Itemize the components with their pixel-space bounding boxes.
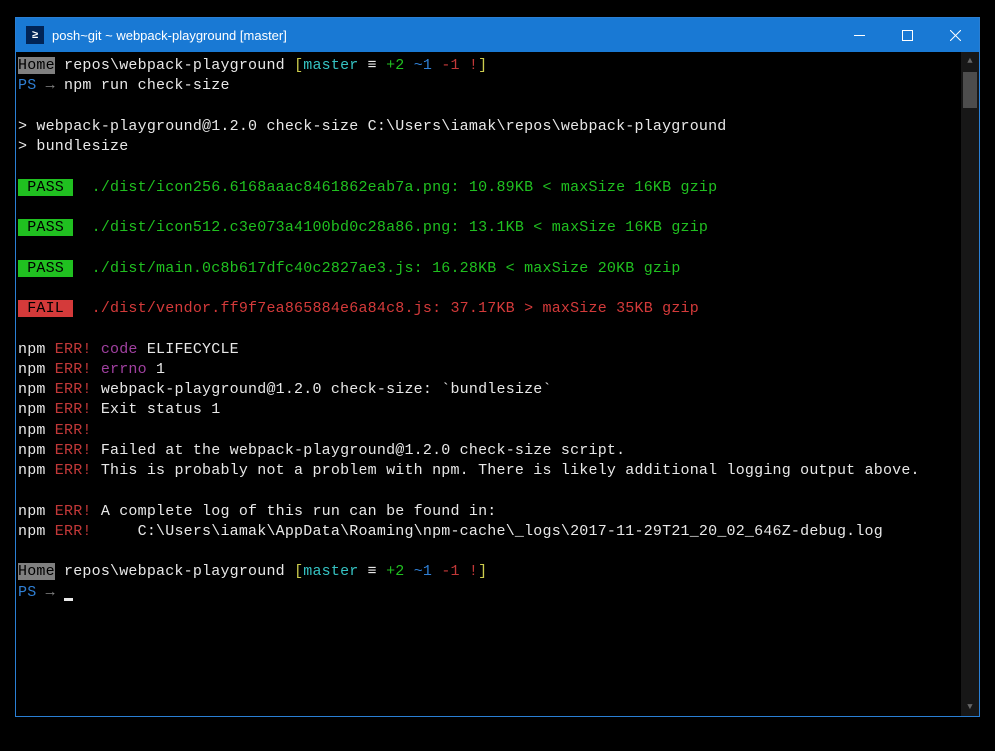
err-msg: Failed at the webpack-playground@1.2.0 c… [92, 442, 626, 459]
result-pass: PASS ./dist/main.0c8b617dfc40c2827ae3.js… [18, 259, 959, 279]
terminal-window: ≥ posh~git ~ webpack-playground [master]… [15, 17, 980, 717]
prompt-line: Home repos\webpack-playground [master ≡ … [18, 56, 959, 76]
prompt-home: Home [18, 57, 55, 74]
bracket: ] [478, 57, 487, 74]
result-pass: PASS ./dist/icon512.c3e073a4100bd0c28a86… [18, 218, 959, 238]
npm-error-line: npm ERR! webpack-playground@1.2.0 check-… [18, 380, 959, 400]
err-msg: A complete log of this run can be found … [92, 503, 497, 520]
status-badge: FAIL [18, 300, 73, 317]
err-label: ERR! [46, 341, 92, 358]
npm-error-line: npm ERR! [18, 421, 959, 441]
result-fail: FAIL ./dist/vendor.ff9f7ea865884e6a84c8.… [18, 299, 959, 319]
err-label: ERR! [46, 462, 92, 479]
minimize-button[interactable] [835, 18, 883, 52]
scroll-thumb[interactable] [963, 72, 977, 108]
npm-error-line: npm ERR! Exit status 1 [18, 400, 959, 420]
err-key: code [92, 341, 138, 358]
result-text: ./dist/vendor.ff9f7ea865884e6a84c8.js: 3… [73, 300, 699, 317]
titlebar[interactable]: ≥ posh~git ~ webpack-playground [master] [16, 18, 979, 52]
prompt-path: repos\webpack-playground [55, 563, 294, 580]
err-msg: webpack-playground@1.2.0 check-size: `bu… [92, 381, 552, 398]
window-title: posh~git ~ webpack-playground [master] [52, 28, 835, 43]
npm-label: npm [18, 462, 46, 479]
branch-name: master [303, 57, 358, 74]
branch-equal: ≡ [358, 57, 386, 74]
prompt-input-line: PS → [18, 583, 959, 603]
prompt-arrow: → [36, 584, 64, 601]
status-dirty: ! [469, 563, 478, 580]
branch-name: master [303, 563, 358, 580]
npm-error-line: npm ERR! A complete log of this run can … [18, 502, 959, 522]
status-dirty: ! [469, 57, 478, 74]
err-msg: This is probably not a problem with npm.… [92, 462, 920, 479]
status-added: +2 [386, 563, 404, 580]
status-badge: PASS [18, 260, 73, 277]
prompt-home: Home [18, 563, 55, 580]
maximize-button[interactable] [883, 18, 931, 52]
err-label: ERR! [46, 523, 92, 540]
result-text: ./dist/main.0c8b617dfc40c2827ae3.js: 16.… [73, 260, 680, 277]
prompt-path: repos\webpack-playground [55, 57, 294, 74]
scrollbar[interactable]: ▲ ▼ [961, 52, 979, 716]
err-label: ERR! [46, 361, 92, 378]
prompt-ps: PS [18, 584, 36, 601]
terminal-output[interactable]: Home repos\webpack-playground [master ≡ … [16, 52, 961, 716]
npm-error-line: npm ERR! This is probably not a problem … [18, 461, 959, 481]
command-text: npm run check-size [64, 77, 230, 94]
result-text: ./dist/icon512.c3e073a4100bd0c28a86.png:… [73, 219, 708, 236]
err-label: ERR! [46, 422, 92, 439]
prompt-input-line: PS → npm run check-size [18, 76, 959, 96]
npm-label: npm [18, 341, 46, 358]
result-text: ./dist/icon256.6168aaac8461862eab7a.png:… [73, 179, 717, 196]
npm-error-line: npm ERR! C:\Users\iamak\AppData\Roaming\… [18, 522, 959, 542]
err-key: errno [92, 361, 147, 378]
prompt-ps: PS [18, 77, 36, 94]
result-pass: PASS ./dist/icon256.6168aaac8461862eab7a… [18, 178, 959, 198]
prompt-line: Home repos\webpack-playground [master ≡ … [18, 562, 959, 582]
prompt-arrow: → [36, 77, 64, 94]
powershell-icon: ≥ [26, 26, 44, 44]
status-deleted: -1 [441, 57, 469, 74]
status-badge: PASS [18, 219, 73, 236]
err-msg: C:\Users\iamak\AppData\Roaming\npm-cache… [92, 523, 883, 540]
npm-label: npm [18, 523, 46, 540]
err-label: ERR! [46, 442, 92, 459]
err-label: ERR! [46, 381, 92, 398]
status-added: +2 [386, 57, 404, 74]
err-val: 1 [147, 361, 165, 378]
npm-label: npm [18, 361, 46, 378]
err-val: ELIFECYCLE [138, 341, 239, 358]
scroll-down-icon[interactable]: ▼ [961, 698, 979, 716]
err-msg: Exit status 1 [92, 401, 221, 418]
npm-label: npm [18, 381, 46, 398]
status-deleted: -1 [441, 563, 469, 580]
branch-equal: ≡ [358, 563, 386, 580]
err-label: ERR! [46, 401, 92, 418]
npm-label: npm [18, 401, 46, 418]
npm-error-line: npm ERR! errno 1 [18, 360, 959, 380]
npm-error-line: npm ERR! code ELIFECYCLE [18, 340, 959, 360]
scroll-up-icon[interactable]: ▲ [961, 52, 979, 70]
bracket: ] [478, 563, 487, 580]
npm-label: npm [18, 422, 46, 439]
status-modified: ~1 [405, 563, 442, 580]
status-badge: PASS [18, 179, 73, 196]
npm-error-line: npm ERR! Failed at the webpack-playgroun… [18, 441, 959, 461]
npm-label: npm [18, 503, 46, 520]
err-label: ERR! [46, 503, 92, 520]
status-modified: ~1 [405, 57, 442, 74]
window-controls [835, 18, 979, 52]
npm-label: npm [18, 442, 46, 459]
npm-banner: > webpack-playground@1.2.0 check-size C:… [18, 117, 959, 137]
bracket: [ [294, 563, 303, 580]
npm-banner: > bundlesize [18, 137, 959, 157]
bracket: [ [294, 57, 303, 74]
close-button[interactable] [931, 18, 979, 52]
cursor [64, 598, 73, 601]
